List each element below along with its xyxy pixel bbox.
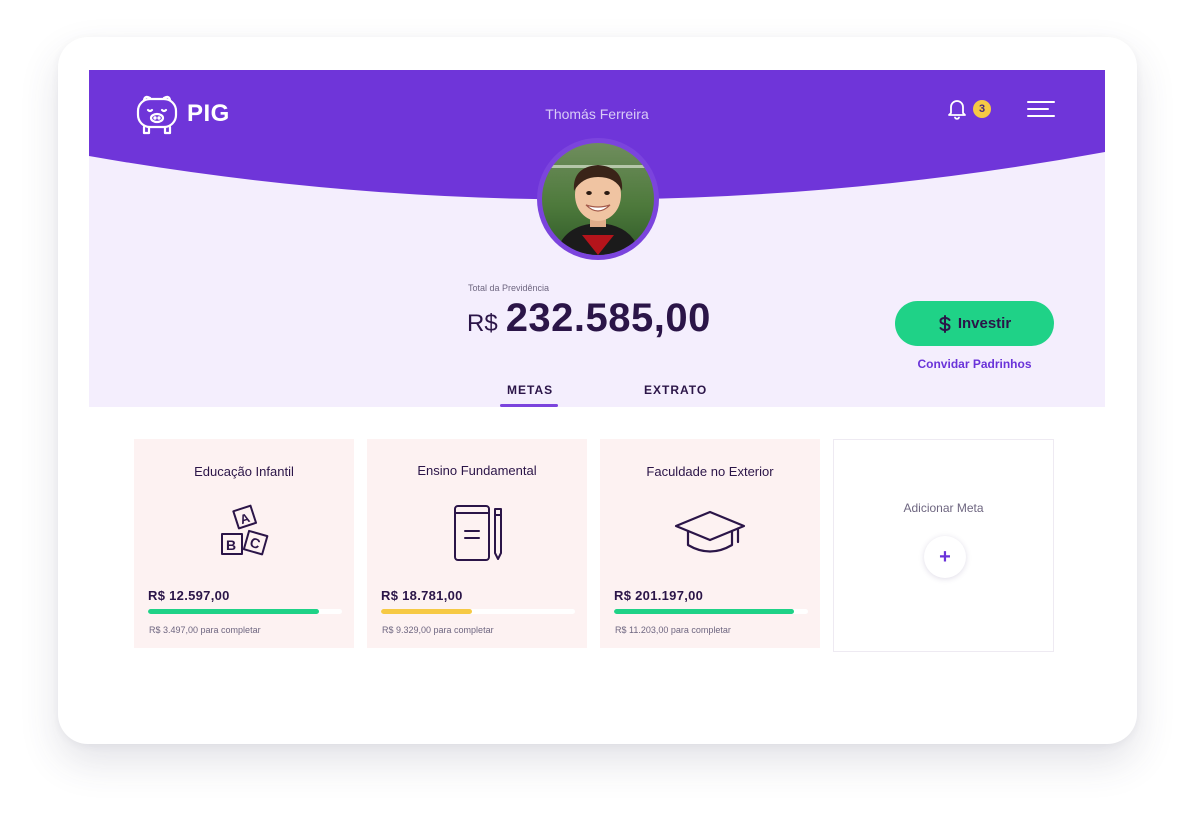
bell-icon[interactable]	[945, 97, 969, 121]
goal-amount: R$ 12.597,00	[148, 588, 230, 603]
balance-value: 232.585,00	[505, 296, 711, 340]
svg-text:A: A	[238, 510, 252, 527]
tab-metas[interactable]: METAS	[507, 383, 553, 397]
goal-amount: R$ 201.197,00	[614, 588, 704, 603]
goal-remaining: R$ 11.203,00 para completar	[615, 625, 731, 635]
invest-label: Investir	[957, 315, 1012, 332]
profile-hero: PIG Thomás Ferreira 3 Total da Previdênc…	[89, 70, 1105, 407]
goal-title: Educação Infantil	[194, 464, 294, 479]
goal-progress-fill	[614, 609, 795, 614]
balance-amount: R$ 232.585,00	[467, 296, 711, 341]
goal-remaining: R$ 9.329,00 para completar	[382, 625, 494, 635]
invite-godparents-link[interactable]: Convidar Padrinhos	[895, 357, 1054, 371]
goal-card-educacao-infantil[interactable]: Educação Infantil A B C R$ 12.597,00 R$ …	[134, 439, 354, 648]
notebook-pencil-icon	[454, 505, 502, 561]
tab-extrato[interactable]: EXTRATO	[644, 383, 707, 397]
invest-button[interactable]: Investir	[895, 301, 1054, 346]
goal-progress-fill	[381, 609, 473, 614]
svg-text:C: C	[248, 534, 262, 552]
avatar[interactable]	[537, 138, 659, 260]
dollar-icon	[939, 314, 951, 333]
goal-title: Faculdade no Exterior	[646, 464, 774, 479]
goal-title: Ensino Fundamental	[417, 463, 537, 478]
active-tab-indicator	[500, 404, 558, 407]
goal-progress-track	[381, 609, 575, 614]
goal-card-ensino-fundamental[interactable]: Ensino Fundamental R$ 18.781,00 R$ 9.329…	[367, 439, 587, 648]
graduation-cap-icon	[674, 510, 746, 553]
add-goal-card[interactable]: Adicionar Meta +	[833, 439, 1054, 652]
balance-label: Total da Previdência	[468, 283, 550, 293]
notification-badge[interactable]: 3	[973, 100, 991, 118]
balance-currency: R$	[467, 310, 498, 337]
hamburger-menu-icon[interactable]	[1027, 100, 1055, 118]
goal-card-faculdade-no-exterior[interactable]: Faculdade no Exterior R$ 201.197,00 R$ 1…	[600, 439, 820, 648]
child-photo	[542, 143, 654, 255]
goal-amount: R$ 18.781,00	[381, 588, 463, 603]
goal-progress-track	[614, 609, 808, 614]
goal-progress-fill	[148, 609, 319, 614]
add-goal-label: Adicionar Meta	[903, 501, 984, 515]
app-screen: PIG Thomás Ferreira 3 Total da Previdênc…	[89, 70, 1105, 690]
abc-blocks-icon: A B C	[221, 504, 269, 556]
goal-remaining: R$ 3.497,00 para completar	[149, 625, 261, 635]
goal-progress-track	[148, 609, 342, 614]
add-goal-button[interactable]: +	[924, 536, 966, 578]
svg-text:B: B	[226, 537, 236, 553]
